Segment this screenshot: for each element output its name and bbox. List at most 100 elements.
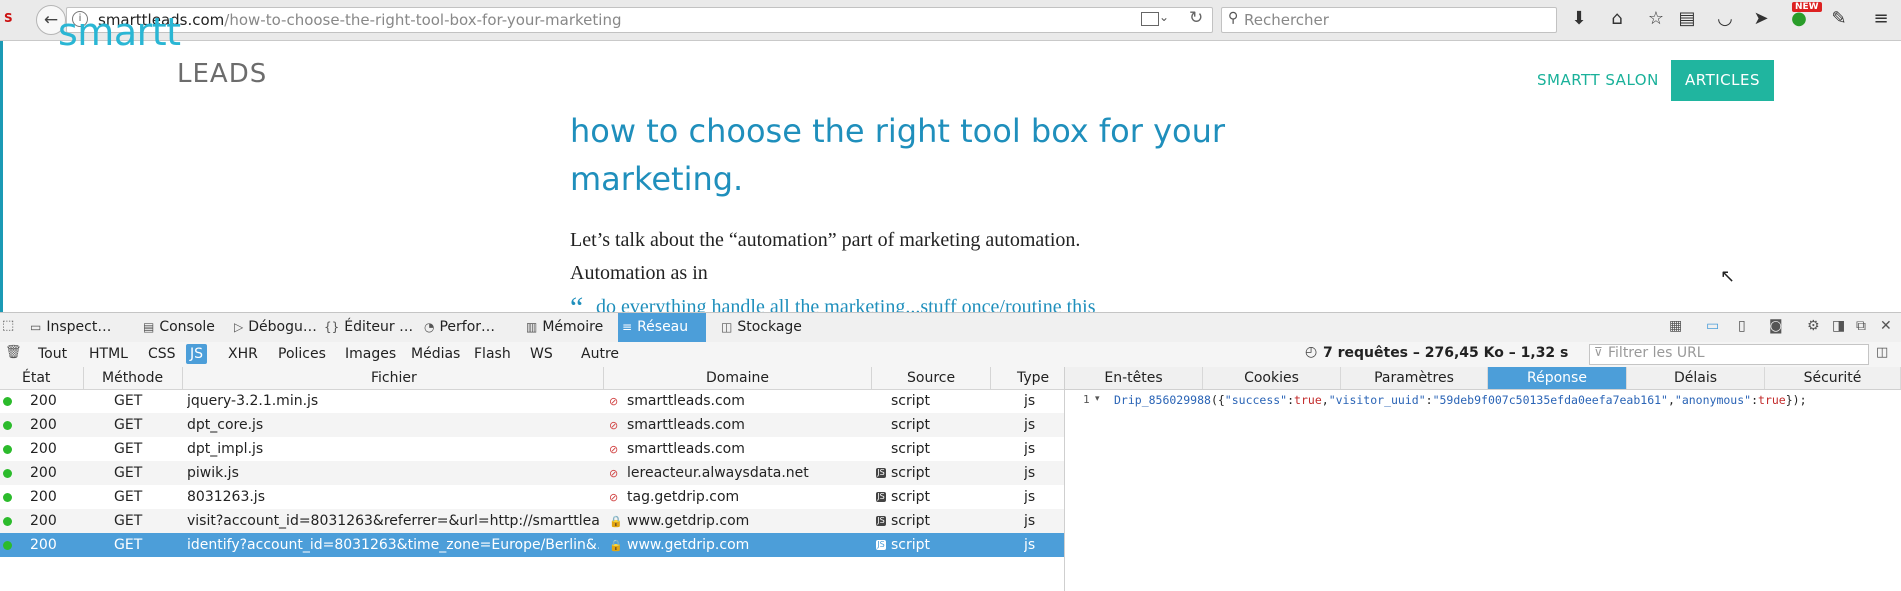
devtools-tab-label: Console (159, 319, 215, 335)
status-cell: 200 (30, 417, 57, 433)
domain-cell: www.getdrip.com (627, 537, 750, 553)
site-logo-primary[interactable]: smartt (58, 10, 181, 54)
filter-button[interactable]: Autre (577, 344, 623, 364)
reader-view-icon[interactable] (1141, 12, 1159, 26)
paragraph-line: Let’s talk about the “automation” part o… (570, 229, 1081, 251)
pick-element-icon[interactable]: ⬚ (2, 318, 14, 333)
type-cell: js (1024, 489, 1036, 505)
column-divider (990, 367, 991, 389)
filter-button[interactable]: Polices (274, 344, 330, 364)
column-header-domain[interactable]: Domaine (706, 370, 769, 386)
table-row[interactable]: 200 GET piwik.js lereacteur.alwaysdata.net s… (0, 461, 1064, 485)
side-panel-tab[interactable]: Paramètres (1341, 367, 1488, 389)
table-row[interactable]: 200 GET 8031263.js tag.getdrip.com script js ⊘… (0, 485, 1064, 509)
memory-icon: ▥ (526, 320, 538, 334)
response-key: "anonymous" (1674, 393, 1752, 407)
side-panel-tab[interactable]: Cookies (1203, 367, 1341, 389)
chevron-down-icon[interactable]: ⌄ (1159, 10, 1169, 24)
table-row[interactable]: 200 GET dpt_impl.js smarttleads.com script js… (0, 437, 1064, 461)
close-icon[interactable]: ✕ (1880, 318, 1892, 334)
filter-button[interactable]: Images (341, 344, 400, 364)
side-panel-tab[interactable]: En-têtes (1065, 367, 1203, 389)
source-cell: script (891, 537, 931, 553)
source-cell: script (891, 465, 931, 481)
download-icon[interactable]: ⬇ (1568, 8, 1590, 29)
devtools-tab-label: Inspect… (46, 319, 112, 335)
filter-button[interactable]: WS (526, 344, 557, 364)
dock-side-icon[interactable]: ◨ (1832, 318, 1845, 334)
reading-list-icon[interactable]: ▤ (1676, 8, 1698, 29)
home-icon[interactable]: ⌂ (1606, 8, 1628, 29)
method-cell: GET (114, 441, 143, 457)
line-number: 1 (1083, 393, 1090, 406)
table-row[interactable]: 200 GET dpt_core.js smarttleads.com script js… (0, 413, 1064, 437)
column-divider (83, 367, 84, 389)
column-header-file[interactable]: Fichier (371, 370, 417, 386)
devtools-tab[interactable]: {} Éditeur … (320, 313, 418, 342)
gear-icon[interactable]: ⚙ (1807, 318, 1820, 334)
screenshot-icon[interactable]: ◙ (1769, 318, 1783, 334)
filter-button[interactable]: Flash (470, 344, 515, 364)
status-ok-icon (3, 469, 12, 478)
filter-button[interactable]: Médias (407, 344, 464, 364)
responsive-mode-icon[interactable]: ▦ (1669, 318, 1682, 334)
extension-icon[interactable]: S (4, 11, 22, 29)
column-header-state[interactable]: État (22, 370, 50, 386)
devtools-tab[interactable]: ◔ Perfor… (420, 313, 518, 342)
console-icon: ▤ (143, 320, 155, 334)
send-icon[interactable]: ➤ (1750, 8, 1772, 29)
search-input[interactable]: Rechercher (1244, 11, 1329, 29)
device-icon[interactable]: ▯ (1738, 318, 1746, 334)
status-ok-icon (3, 397, 12, 406)
side-panel-tab[interactable]: Sécurité (1765, 367, 1901, 389)
nav-link-articles[interactable]: ARTICLES (1671, 60, 1774, 101)
reload-icon[interactable]: ↻ (1189, 8, 1203, 28)
eyedropper-icon[interactable]: ✎ (1828, 8, 1850, 29)
response-body[interactable]: Drip_856029988({"success":true,"visitor_… (1114, 393, 1807, 407)
file-cell: visit?account_id=8031263&referrer=&url=h… (187, 513, 599, 529)
filter-button[interactable]: Tout (34, 344, 71, 364)
devtools-tab[interactable]: ▤ Console (139, 313, 227, 342)
filter-button[interactable]: HTML (85, 344, 132, 364)
column-header-type[interactable]: Type (1017, 370, 1049, 386)
source-cell: script (891, 393, 931, 409)
file-cell: dpt_impl.js (187, 441, 264, 457)
method-cell: GET (114, 537, 143, 553)
devtools-tab[interactable]: ▥ Mémoire (522, 313, 612, 342)
table-row[interactable]: 200 GET visit?account_id=8031263&referrer=… (0, 509, 1064, 533)
url-path: /how-to-choose-the-right-tool-box-for-yo… (224, 11, 622, 29)
filter-button[interactable]: JS (186, 344, 208, 364)
side-panel-tab[interactable]: Réponse (1488, 367, 1627, 389)
site-logo-secondary[interactable]: LEADS (177, 59, 267, 89)
toggle-side-panel-icon[interactable]: ◫ (1876, 345, 1888, 360)
mouse-cursor-icon: ↖ (1720, 266, 1736, 287)
table-row[interactable]: 200 GET identify?account_id=8031263&time_z… (0, 533, 1064, 557)
devtools-tab[interactable]: ◫ Stockage (717, 313, 817, 342)
column-header-source[interactable]: Source (907, 370, 955, 386)
fold-arrow-icon[interactable]: ▾ (1095, 394, 1100, 404)
nav-link-smartt-salon[interactable]: SMARTT SALON (1537, 71, 1659, 89)
split-console-icon[interactable]: ▭ (1706, 318, 1719, 334)
pocket-icon[interactable]: ◡ (1714, 8, 1736, 29)
devtools-tab[interactable]: ≡ Réseau (618, 313, 706, 342)
bookmark-star-icon[interactable]: ☆ (1645, 8, 1667, 29)
menu-icon[interactable]: ≡ (1870, 8, 1892, 29)
file-cell: 8031263.js (187, 489, 265, 505)
js-file-icon: JS (876, 468, 886, 478)
devtools-tab[interactable]: ▭ Inspect… (26, 313, 136, 342)
side-panel-tab[interactable]: Délais (1627, 367, 1765, 389)
devtools-tab-label: Éditeur … (344, 319, 414, 335)
trash-icon[interactable]: 🗑 (5, 345, 22, 360)
table-row[interactable]: 200 GET jquery-3.2.1.min.js smarttleads.com… (0, 389, 1064, 413)
column-header-method[interactable]: Méthode (102, 370, 163, 386)
devtools-tab-label: Mémoire (542, 319, 604, 335)
undock-icon[interactable]: ⧉ (1856, 318, 1866, 334)
performance-icon[interactable]: ◴ (1305, 344, 1317, 360)
back-arrow-icon: ← (43, 10, 59, 30)
devtools-tab[interactable]: ▷ Débogu… (230, 313, 318, 342)
devtools-tab-label: Débogu… (248, 319, 317, 335)
column-divider (182, 367, 183, 389)
status-ok-icon (3, 493, 12, 502)
filter-button[interactable]: XHR (224, 344, 262, 364)
filter-button[interactable]: CSS (144, 344, 180, 364)
